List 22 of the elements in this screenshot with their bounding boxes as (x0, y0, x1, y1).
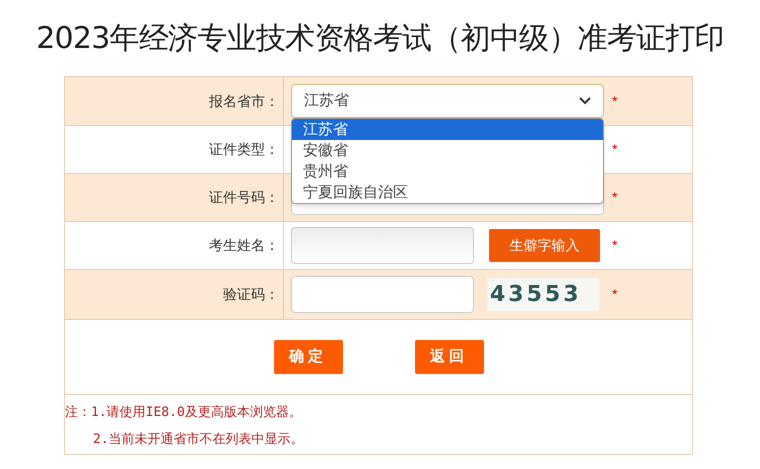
dropdown-option[interactable]: 安徽省 (292, 140, 603, 161)
caret-icon (579, 97, 591, 105)
input-field[interactable] (291, 227, 474, 264)
dropdown-option[interactable]: 贵州省 (292, 161, 603, 182)
input-field[interactable] (291, 276, 474, 313)
field-label: 报名省市： (209, 92, 279, 110)
required-mark: * (612, 285, 618, 304)
field-label: 证件类型： (209, 140, 279, 159)
dropdown-option[interactable]: 江苏省 (292, 119, 603, 140)
required-mark: * (612, 236, 618, 255)
dropdown-option[interactable]: 宁夏回族自治区 (292, 182, 603, 203)
field-label: 验证码： (223, 285, 279, 304)
page-title: 2023年经济专业技术资格考试（初中级）准考证打印 (36, 20, 724, 58)
note-text: 注：1.请使用IE8.0及更高版本浏览器。 (65, 405, 302, 420)
required-mark: * (612, 140, 618, 159)
captcha-image: 43553 (487, 278, 599, 311)
required-mark: * (612, 188, 618, 207)
select-field[interactable]: 江苏省 (291, 84, 604, 118)
note-text: 2.当前未开通省市不在列表中显示。 (93, 432, 304, 447)
field-label: 考生姓名： (209, 236, 279, 255)
required-mark: * (612, 92, 618, 110)
field-label: 证件号码： (209, 188, 279, 207)
